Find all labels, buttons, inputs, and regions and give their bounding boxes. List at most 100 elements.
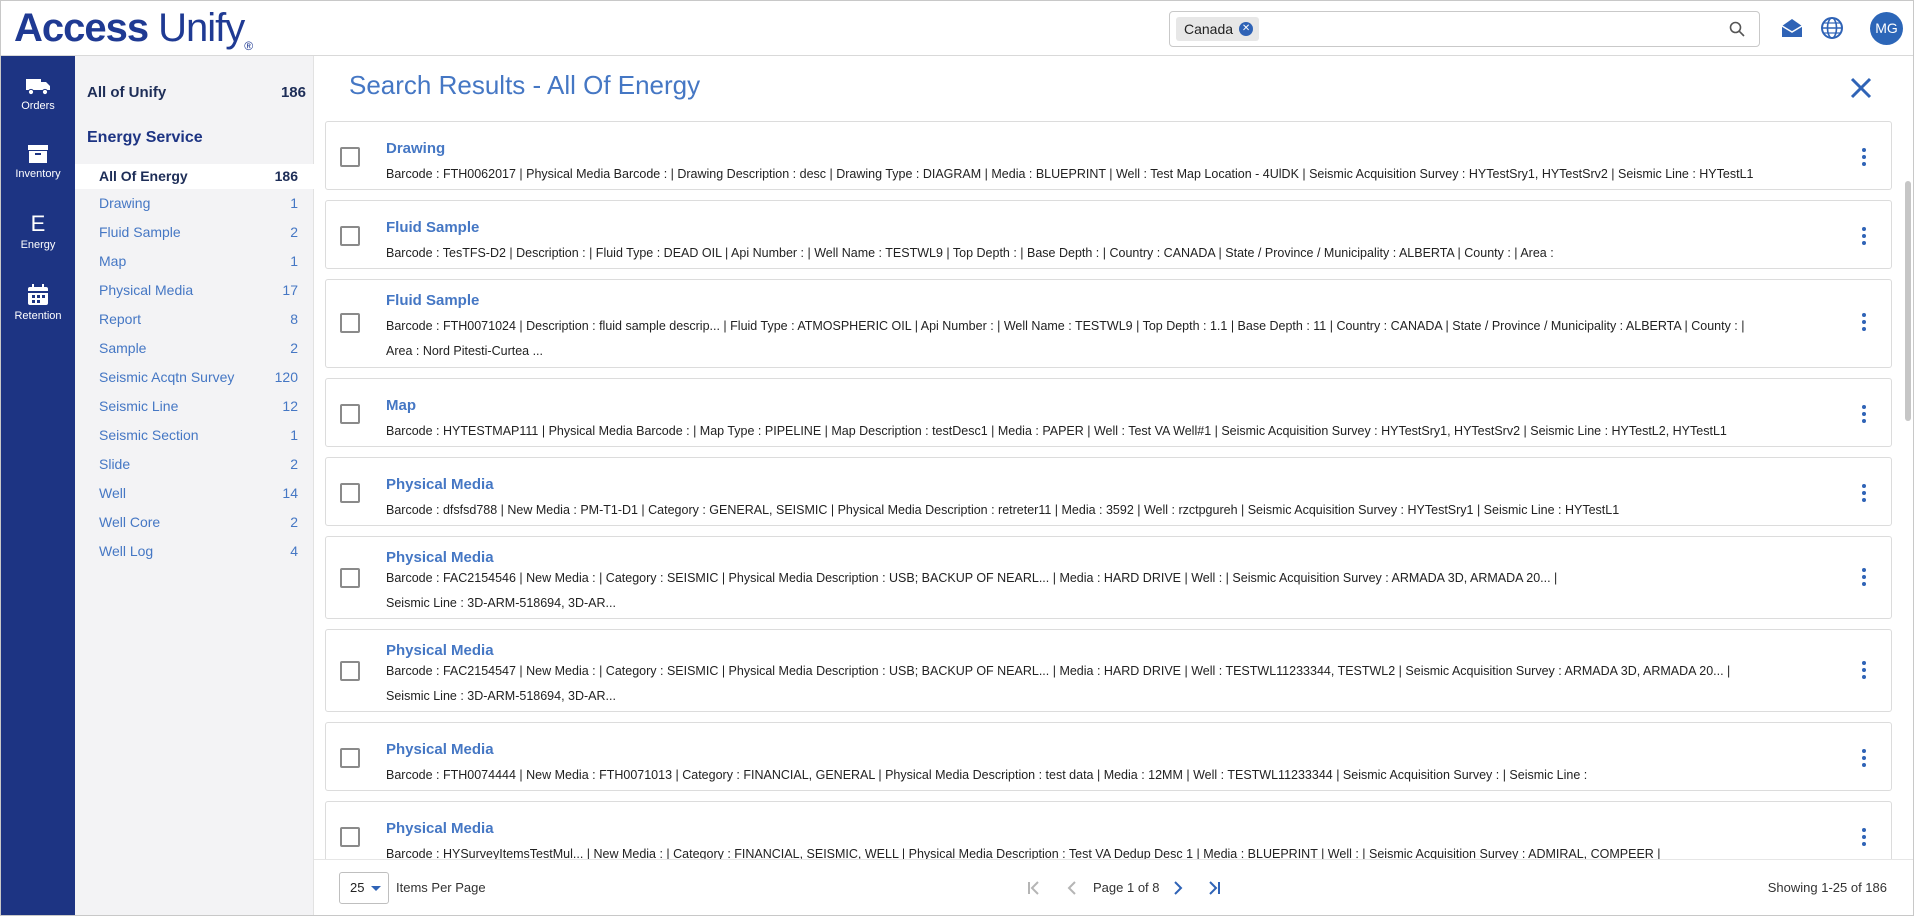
category-count: 17 xyxy=(282,282,298,298)
result-checkbox[interactable] xyxy=(340,748,360,768)
result-field-line: Area : Nord Pitesti-Curtea ... xyxy=(386,344,544,358)
last-page-icon[interactable] xyxy=(1204,878,1224,898)
nav-item-retention[interactable]: Retention xyxy=(1,284,75,322)
category-count: 1 xyxy=(290,427,298,443)
category-item-seismic-section[interactable]: Seismic Section 1 xyxy=(75,421,314,450)
first-page-icon[interactable] xyxy=(1024,878,1044,898)
search-icon[interactable] xyxy=(1729,21,1745,37)
more-options-icon[interactable] xyxy=(1861,227,1867,248)
result-card[interactable]: Physical Media Barcode : FAC2154547 | Ne… xyxy=(325,629,1892,712)
more-options-icon[interactable] xyxy=(1861,484,1867,505)
nav-item-inventory[interactable]: Inventory xyxy=(1,144,75,180)
result-card[interactable]: Physical Media Barcode : FAC2154546 | Ne… xyxy=(325,536,1892,619)
search-box[interactable]: Canada ✕ xyxy=(1169,11,1760,47)
result-title[interactable]: Fluid Sample xyxy=(386,219,479,236)
category-item-drawing[interactable]: Drawing 1 xyxy=(75,189,314,218)
category-item-fluid-sample[interactable]: Fluid Sample 2 xyxy=(75,218,314,247)
more-options-icon[interactable] xyxy=(1861,828,1867,849)
result-card[interactable]: Physical Media Barcode : HYSurveyItemsTe… xyxy=(325,801,1892,861)
result-field-line: Barcode : FTH0074444 | New Media : FTH00… xyxy=(386,768,1588,782)
close-icon[interactable] xyxy=(1849,76,1873,100)
category-item-map[interactable]: Map 1 xyxy=(75,247,314,276)
category-item-well-log[interactable]: Well Log 4 xyxy=(75,537,314,566)
category-item-sample[interactable]: Sample 2 xyxy=(75,334,314,363)
result-card[interactable]: Drawing Barcode : FTH0062017 | Physical … xyxy=(325,121,1892,190)
result-card[interactable]: Map Barcode : HYTESTMAP111 | Physical Me… xyxy=(325,378,1892,447)
category-item-report[interactable]: Report 8 xyxy=(75,305,314,334)
result-checkbox[interactable] xyxy=(340,313,360,333)
result-title[interactable]: Physical Media xyxy=(386,741,494,758)
app-window: Access Unify® Canada ✕ MG Orders Invento… xyxy=(0,0,1914,916)
chevron-down-icon xyxy=(371,886,381,891)
result-field-line: Barcode : FTH0071024 | Description : flu… xyxy=(386,319,1745,333)
more-options-icon[interactable] xyxy=(1861,405,1867,426)
result-checkbox[interactable] xyxy=(340,147,360,167)
result-checkbox[interactable] xyxy=(340,568,360,588)
result-fields: Barcode : FTH0074444 | New Media : FTH00… xyxy=(386,763,1816,788)
result-title[interactable]: Drawing xyxy=(386,140,445,157)
truck-icon xyxy=(26,79,50,96)
category-label: Fluid Sample xyxy=(99,224,181,240)
category-item-all-of-energy[interactable]: All Of Energy 186 xyxy=(75,164,314,189)
result-fields: Barcode : FTH0071024 | Description : flu… xyxy=(386,314,1816,364)
result-field-line: Seismic Line : 3D-ARM-518694, 3D-AR... xyxy=(386,596,616,610)
more-options-icon[interactable] xyxy=(1861,661,1867,682)
category-item-physical-media[interactable]: Physical Media 17 xyxy=(75,276,314,305)
previous-page-icon[interactable] xyxy=(1062,878,1082,898)
result-title[interactable]: Physical Media xyxy=(386,820,494,837)
result-title[interactable]: Map xyxy=(386,397,416,414)
result-checkbox[interactable] xyxy=(340,661,360,681)
result-field-line: Seismic Line : 3D-ARM-518694, 3D-AR... xyxy=(386,689,616,703)
result-field-line: Barcode : dfsfsd788 | New Media : PM-T1-… xyxy=(386,503,1620,517)
result-card[interactable]: Fluid Sample Barcode : TesTFS-D2 | Descr… xyxy=(325,200,1892,269)
remove-chip-icon[interactable]: ✕ xyxy=(1239,22,1254,36)
category-item-well[interactable]: Well 14 xyxy=(75,479,314,508)
result-title[interactable]: Physical Media xyxy=(386,642,494,659)
more-options-icon[interactable] xyxy=(1861,568,1867,589)
nav-label-retention: Retention xyxy=(14,310,62,322)
filter-chip-label: Canada xyxy=(1184,21,1234,37)
results-scrollbar[interactable] xyxy=(1904,121,1912,861)
category-item-seismic-line[interactable]: Seismic Line 12 xyxy=(75,392,314,421)
category-label: Drawing xyxy=(99,195,151,211)
category-heading: Energy Service xyxy=(87,129,203,146)
inbox-icon[interactable] xyxy=(1779,15,1805,41)
category-count: 1 xyxy=(290,253,298,269)
result-fields: Barcode : HYTESTMAP111 | Physical Media … xyxy=(386,419,1816,444)
result-card[interactable]: Physical Media Barcode : FTH0074444 | Ne… xyxy=(325,722,1892,791)
category-label: Seismic Section xyxy=(99,427,199,443)
result-title[interactable]: Physical Media xyxy=(386,476,494,493)
result-card[interactable]: Physical Media Barcode : dfsfsd788 | New… xyxy=(325,457,1892,526)
user-avatar[interactable]: MG xyxy=(1870,12,1903,45)
items-per-page-select[interactable]: 25 xyxy=(339,872,389,904)
results-count: Showing 1-25 of 186 xyxy=(1767,880,1887,895)
scrollbar-thumb[interactable] xyxy=(1905,181,1911,421)
result-checkbox[interactable] xyxy=(340,404,360,424)
category-item-seismic-acqtn-survey[interactable]: Seismic Acqtn Survey 120 xyxy=(75,363,314,392)
result-field-line: Barcode : HYTESTMAP111 | Physical Media … xyxy=(386,424,1727,438)
results-list: Drawing Barcode : FTH0062017 | Physical … xyxy=(325,121,1901,861)
more-options-icon[interactable] xyxy=(1861,313,1867,334)
category-item-well-core[interactable]: Well Core 2 xyxy=(75,508,314,537)
logo-mark: ® xyxy=(244,39,253,53)
more-options-icon[interactable] xyxy=(1861,148,1867,169)
left-nav: Orders Inventory E Energy Retention xyxy=(1,56,75,915)
nav-item-energy[interactable]: E Energy xyxy=(1,212,75,252)
nav-item-orders[interactable]: Orders xyxy=(1,76,75,112)
category-item-slide[interactable]: Slide 2 xyxy=(75,450,314,479)
category-count: 2 xyxy=(290,514,298,530)
next-page-icon[interactable] xyxy=(1168,878,1188,898)
result-checkbox[interactable] xyxy=(340,483,360,503)
globe-icon[interactable] xyxy=(1819,15,1845,41)
result-fields: Barcode : FTH0062017 | Physical Media Ba… xyxy=(386,162,1816,187)
category-label: Seismic Line xyxy=(99,398,179,414)
result-checkbox[interactable] xyxy=(340,226,360,246)
result-checkbox[interactable] xyxy=(340,827,360,847)
page-indicator: Page 1 of 8 xyxy=(1093,880,1160,895)
category-panel: All of Unify 186 Energy Service All Of E… xyxy=(75,56,314,915)
more-options-icon[interactable] xyxy=(1861,749,1867,770)
result-card[interactable]: Fluid Sample Barcode : FTH0071024 | Desc… xyxy=(325,279,1892,368)
result-title[interactable]: Physical Media xyxy=(386,549,494,566)
result-title[interactable]: Fluid Sample xyxy=(386,292,479,309)
category-all-of-unify[interactable]: All of Unify 186 xyxy=(87,84,306,101)
